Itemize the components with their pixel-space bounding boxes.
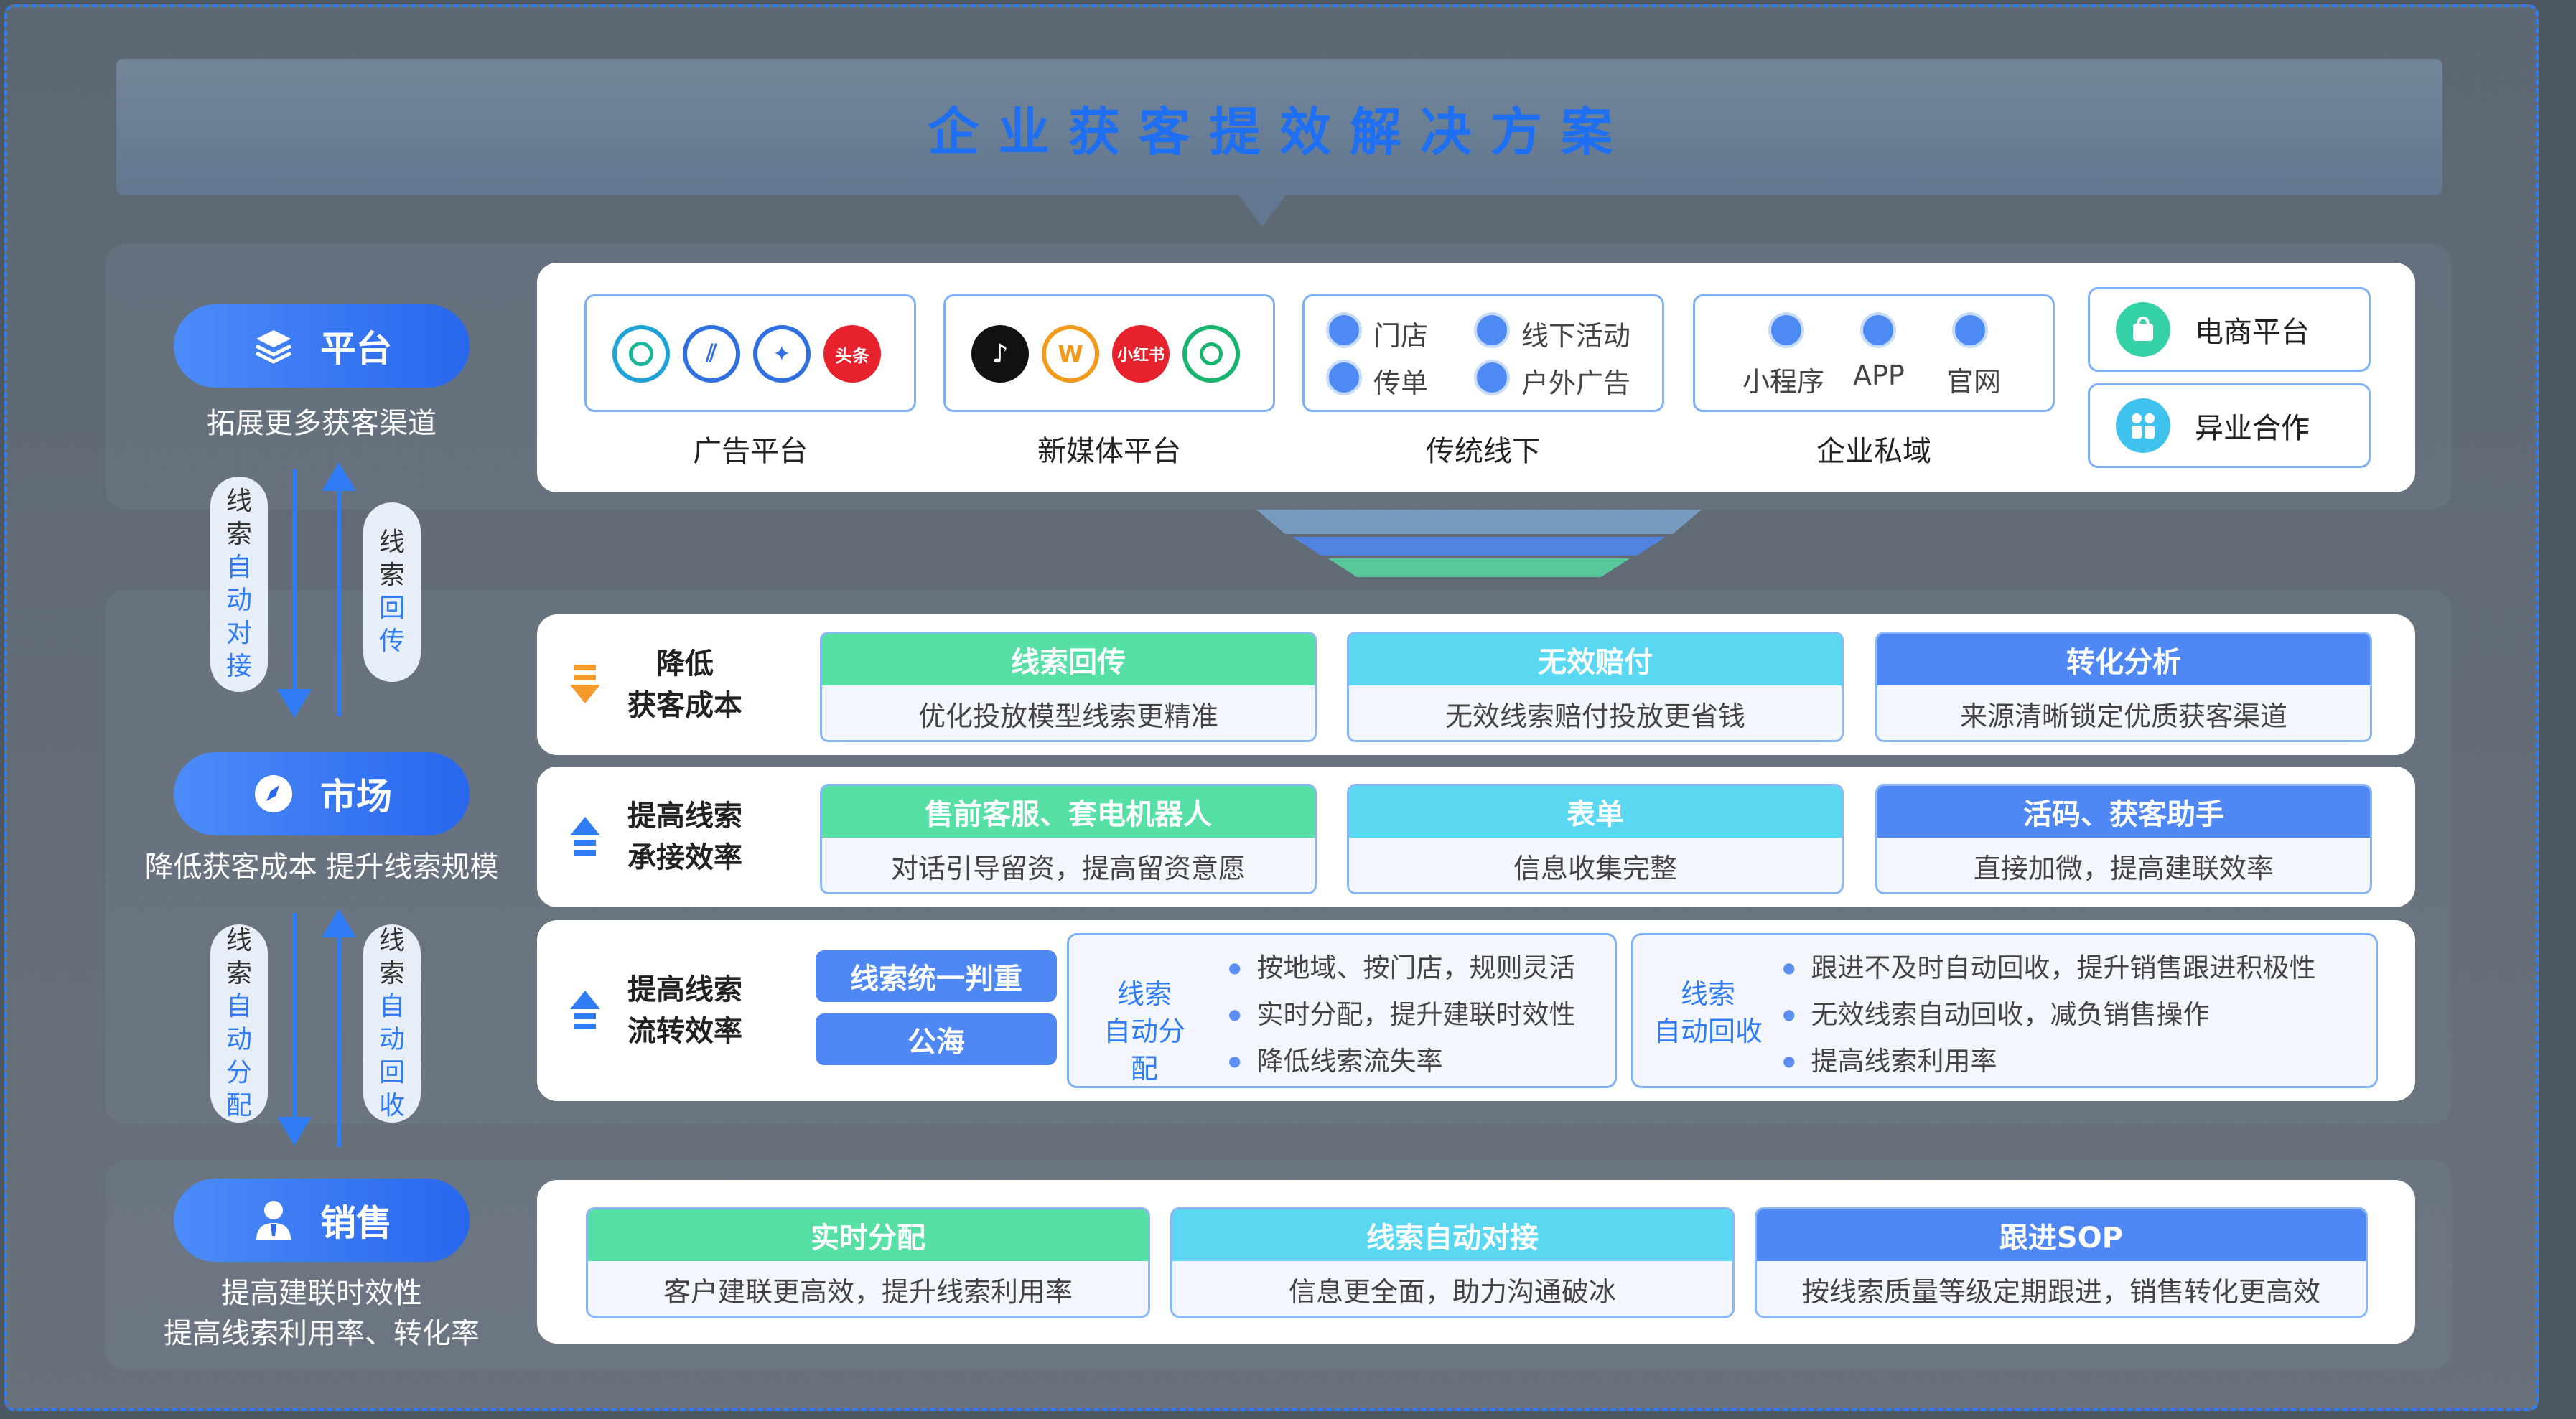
stage-platform-label: 平台 [320,328,392,370]
toutiao-logo-icon: 头条 [823,325,881,383]
douyin-logo-icon: ♪ [971,325,1029,383]
card-invalid-compensation: 无效赔付 无效线索赔付投放更省钱 [1347,632,1844,742]
platform-panel: ⫽ ✦ 头条 广告平台 ♪ W 小红书 新媒体平台 门店 线下活动 传单 户外广… [537,263,2415,492]
card-follow-up-sop: 跟进SOP 按线索质量等级定期跟进，销售转化更高效 [1755,1207,2368,1318]
offline-item-event: 线下活动 [1521,320,1631,352]
auto-assign-label: 线索 自动分配 [1103,978,1185,1085]
private-item-website: 官网 [1946,366,2002,398]
channel-crossover: 异业合作 [2088,383,2371,468]
diagram-frame: 企业获客提效解决方案 平台 拓展更多获客渠道 线索 自动 对接 线索 回传 市场… [4,4,2539,1411]
private-item-mini-program: 小程序 [1742,366,1825,398]
stage-platform: 平台 [174,304,470,388]
card-live-code: 活码、获客助手 直接加微，提高建联效率 [1875,784,2372,894]
compass-icon [251,772,296,816]
stage-market-label: 市场 [320,776,392,818]
row-intake-label: 提高线索 承接效率 [627,800,742,874]
card-presale-service: 售前客服、套电机器人 对话引导留资，提高留资意愿 [820,784,1317,894]
arrow-up-2 [337,932,341,1147]
card-conversion-analysis: 转化分析 来源清晰锁定优质获客渠道 [1875,632,2372,742]
ad-logo-1-icon [612,325,670,383]
handshake-icon [2116,398,2170,453]
channel-private-label: 企业私域 [1816,435,1931,468]
dedup-button: 线索统一判重 [816,950,1057,1002]
sales-panel: 实时分配 客户建联更高效，提升线索利用率 线索自动对接 信息更全面，助力沟通破冰… [537,1180,2415,1344]
card-auto-assign: 线索 自动分配 按地域、按门店，规则灵活 实时分配，提升建联时效性 降低线索流失… [1067,933,1617,1088]
channel-ecommerce: 电商平台 [2088,287,2371,372]
stage-sales-sub-1: 提高建联时效性 [221,1277,422,1310]
card-form: 表单 信息收集完整 [1347,784,1844,894]
channel-private: 小程序 APP 官网 [1693,294,2055,412]
private-item-app: APP [1853,360,1905,391]
arrow-up-1 [337,488,341,716]
public-pool-button: 公海 [816,1013,1057,1065]
flyer-icon [1326,360,1362,395]
page-title: 企业获客提效解决方案 [927,101,1631,162]
channel-ad-label: 广告平台 [693,435,808,468]
stage-sales: 销售 [174,1179,470,1262]
channel-new-media-label: 新媒体平台 [1037,435,1181,468]
funnel-decoration [1256,510,1702,577]
stage-sales-sub-2: 提高线索利用率、转化率 [164,1317,480,1350]
card-realtime-assign: 实时分配 客户建联更高效，提升线索利用率 [586,1207,1150,1318]
shopping-bag-icon [2116,302,2170,357]
channel-offline: 门店 线下活动 传单 户外广告 [1302,294,1664,412]
flow-auto-connect: 线索 自动 对接 [210,477,268,692]
card-auto-connect: 线索自动对接 信息更全面，助力沟通破冰 [1170,1207,1735,1318]
offline-item-store: 门店 [1373,320,1429,352]
stage-sales-label: 销售 [320,1202,392,1244]
ad-board-icon [1474,360,1510,395]
arrow-down-2 [292,913,297,1124]
crossover-label: 异业合作 [2195,412,2310,445]
flow-feedback: 线索 回传 [363,502,421,682]
flow-auto-recycle: 线索 自动 回收 [363,924,421,1123]
arrow-head-up-2 [322,909,356,937]
offline-item-flyer: 传单 [1373,367,1429,399]
event-icon [1474,312,1510,348]
arrow-head-down-2 [277,1117,312,1146]
website-icon [1952,312,1988,348]
arrow-up-blue-icon [570,991,600,1029]
xiaohongshu-logo-icon: 小红书 [1112,325,1170,383]
media-logo-4-icon [1182,325,1240,383]
stage-market: 市场 [174,752,470,835]
row-cost-label: 降低 获客成本 [627,647,742,722]
title-pointer [1236,192,1288,227]
offline-item-outdoor-ad: 户外广告 [1521,367,1631,399]
channel-offline-label: 传统线下 [1426,435,1541,468]
stage-platform-sub: 拓展更多获客渠道 [207,407,437,440]
arrow-down-orange-icon [570,665,600,703]
card-lead-feedback: 线索回传 优化投放模型线索更精准 [820,632,1317,742]
auto-assign-bullets: 按地域、按门店，规则灵活 实时分配，提升建联时效性 降低线索流失率 [1228,947,1575,1087]
weibo-logo-icon: W [1042,325,1099,383]
ad-logo-3-icon: ✦ [753,325,811,383]
market-row-cost: 降低 获客成本 线索回传 优化投放模型线索更精准 无效赔付 无效线索赔付投放更省… [537,614,2415,755]
app-icon [1860,312,1896,348]
arrow-head-up-1 [322,462,356,491]
arrow-up-blue-icon [570,817,600,856]
row-circulation-label: 提高线索 流转效率 [627,973,742,1048]
arrow-down-1 [292,469,297,699]
market-row-circulation: 提高线索 流转效率 线索统一判重 公海 线索 自动分配 按地域、按门店，规则灵活… [537,920,2415,1101]
channel-new-media: ♪ W 小红书 [943,294,1275,412]
mini-program-icon [1768,312,1804,348]
channel-ad-platforms: ⫽ ✦ 头条 [584,294,916,412]
auto-recycle-bullets: 跟进不及时自动回收，提升销售跟进积极性 无效线索自动回收，减负销售操作 提高线索… [1783,947,2315,1087]
flow-auto-assign: 线索 自动 分配 [210,924,268,1123]
card-auto-recycle: 线索 自动回收 跟进不及时自动回收，提升销售跟进积极性 无效线索自动回收，减负销… [1631,933,2378,1088]
market-row-intake: 提高线索 承接效率 售前客服、套电机器人 对话引导留资，提高留资意愿 表单 信息… [537,767,2415,907]
arrow-head-down-1 [277,689,312,718]
ad-logo-2-icon: ⫽ [683,325,740,383]
ecommerce-label: 电商平台 [2195,316,2310,349]
stage-market-sub: 降低获客成本 提升线索规模 [144,851,499,884]
auto-recycle-label: 线索 自动回收 [1653,978,1763,1047]
store-icon [1326,312,1362,348]
layers-icon [251,324,296,368]
title-banner: 企业获客提效解决方案 [116,59,2442,195]
person-icon [251,1198,296,1242]
